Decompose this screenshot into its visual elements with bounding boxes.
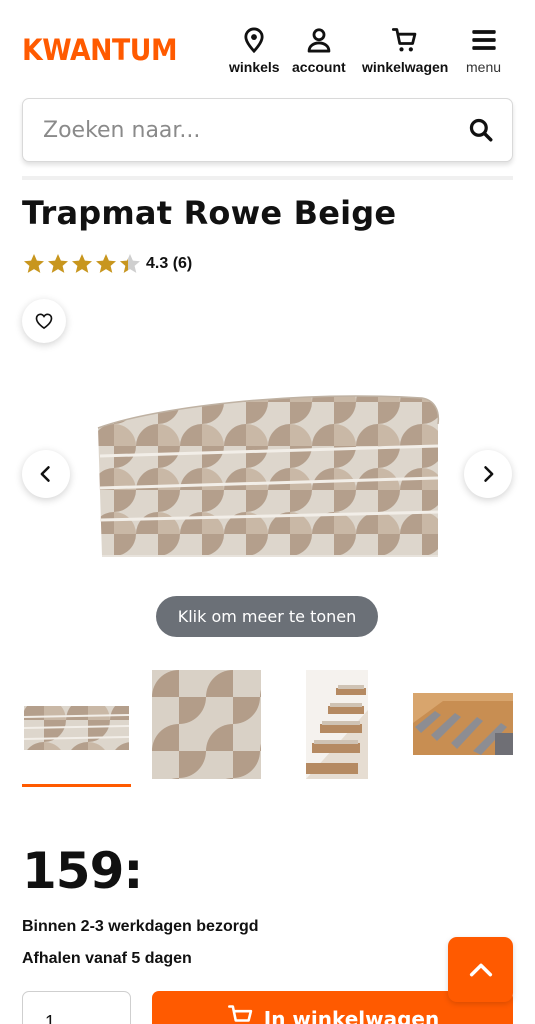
add-to-cart-label: In winkelwagen <box>263 1007 440 1024</box>
delivery-info: Binnen 2-3 werkdagen bezorgd <box>22 918 259 935</box>
show-more-button[interactable]: Klik om meer te tonen <box>156 596 378 637</box>
nav-label: menu <box>466 59 502 75</box>
thumbnail-4[interactable] <box>413 693 513 755</box>
nav-account[interactable]: account <box>292 26 346 75</box>
nav-winkelwagen[interactable]: winkelwagen <box>362 26 448 75</box>
location-pin-icon <box>244 27 264 54</box>
product-rating[interactable]: 4.3 (6) <box>22 252 192 276</box>
header: KWANTUM winkels account winkelwagen menu <box>0 0 535 90</box>
star-full-icon <box>48 254 68 273</box>
star-full-icon <box>24 254 44 273</box>
kwantum-logo[interactable]: KWANTUM <box>22 33 178 67</box>
product-image[interactable] <box>92 380 444 562</box>
divider <box>22 176 513 180</box>
heart-icon <box>35 313 53 330</box>
product-price: 159: <box>22 842 143 900</box>
chevron-up-icon <box>469 963 492 976</box>
scroll-to-top-button[interactable] <box>448 937 513 1002</box>
hamburger-menu-icon <box>471 30 496 50</box>
search-bar <box>22 98 513 162</box>
nav-menu[interactable]: menu <box>466 26 501 75</box>
nav-label: winkels <box>229 59 280 75</box>
rating-text: 4.3 (6) <box>146 255 193 272</box>
star-full-icon <box>72 254 92 273</box>
search-icon[interactable] <box>468 117 494 143</box>
product-title: Trapmat Rowe Beige <box>22 194 397 232</box>
thumbnail-1[interactable] <box>22 698 131 752</box>
favorite-button[interactable] <box>22 299 66 343</box>
pickup-info: Afhalen vanaf 5 dagen <box>22 950 192 967</box>
nav-winkels[interactable]: winkels <box>229 26 280 75</box>
star-partial-icon <box>120 254 140 273</box>
user-icon <box>307 28 331 53</box>
nav-label: account <box>292 59 346 75</box>
search-input[interactable] <box>43 99 443 161</box>
thumbnail-2[interactable] <box>152 670 261 779</box>
shopping-cart-icon <box>227 1005 252 1022</box>
thumbnail-3[interactable] <box>306 670 368 779</box>
chevron-right-icon <box>484 466 494 482</box>
thumbnail-selected-indicator <box>22 784 131 787</box>
chevron-left-icon <box>40 466 50 482</box>
quantity-input[interactable]: 1 <box>22 991 131 1024</box>
shopping-cart-icon <box>392 28 417 52</box>
gallery-next-button[interactable] <box>464 450 512 498</box>
star-full-icon <box>96 254 116 273</box>
gallery-prev-button[interactable] <box>22 450 70 498</box>
nav-label: winkelwagen <box>362 59 449 75</box>
